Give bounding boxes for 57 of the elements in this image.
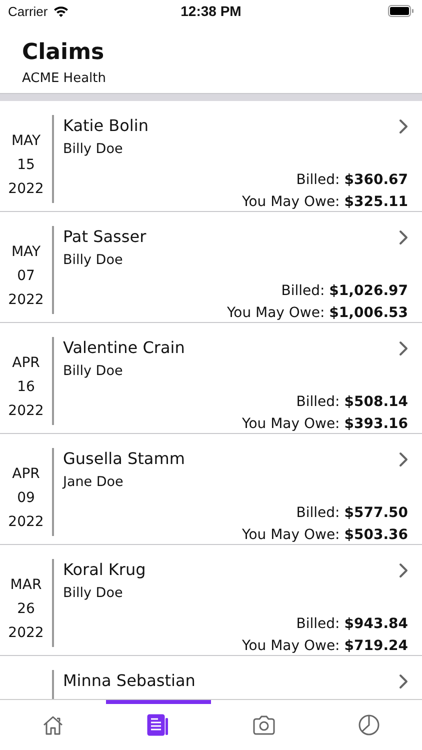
camera-icon <box>252 715 276 735</box>
battery-icon <box>388 5 414 17</box>
patient-name: Billy Doe <box>63 141 124 157</box>
patient-name: Billy Doe <box>63 585 124 601</box>
date-month: MAY <box>11 243 41 262</box>
chevron-icon <box>399 452 408 466</box>
billed-amount: Billed: $360.67 <box>296 171 408 190</box>
billed-amount: Billed: $508.14 <box>296 393 408 412</box>
claim-row[interactable]: MAR 26 2022 Koral Krug Billy Doe Billed: $943.84 You May Owe: $719.24 <box>0 545 422 656</box>
date-day: 16 <box>17 377 35 397</box>
date-month: MAY <box>11 132 41 151</box>
patient-name: Billy Doe <box>63 252 124 268</box>
date-month: APR <box>12 354 40 373</box>
page-subtitle: ACME Health <box>22 71 107 86</box>
claim-row[interactable]: APR 09 2022 Gusella Stamm Jane Doe Billed: $577.50 You May Owe: $503.36 <box>0 434 422 545</box>
provider-name: Pat Sasser <box>63 226 146 248</box>
billed-amount: Billed: $943.84 <box>296 615 408 634</box>
claim-row[interactable]: MAY 15 2022 Katie Bolin Billy Doe Billed: $360.67 You May Owe: $325.11 <box>0 101 422 212</box>
wifi-icon <box>52 5 69 17</box>
carrier-label: Carrier <box>8 4 48 18</box>
patient-name: Jane Doe <box>63 474 124 490</box>
date-month: APR <box>12 465 40 484</box>
chevron-icon <box>399 340 408 356</box>
pie-chart-icon <box>358 714 380 736</box>
owed-amount: You May Owe: $503.36 <box>242 526 408 545</box>
date-year: 2022 <box>8 513 44 532</box>
chevron-icon <box>399 674 408 688</box>
chevron-icon <box>399 562 408 578</box>
claim-row[interactable]: MAY 07 2022 Pat Sasser Billy Doe Billed: $1,026.97 You May Owe: $1,006.53 <box>0 212 422 323</box>
date-year: 2022 <box>8 291 44 310</box>
provider-name: Koral Krug <box>63 559 146 581</box>
provider-name: Gusella Stamm <box>63 448 185 470</box>
clock-time: 12:38 PM <box>180 3 242 19</box>
patient-name: Billy Doe <box>63 363 124 379</box>
date-month: MAR <box>10 576 42 595</box>
date-year: 2022 <box>8 180 44 199</box>
date-day: 07 <box>17 266 35 286</box>
date-day: 09 <box>17 488 35 508</box>
document-icon <box>147 714 170 736</box>
claim-row[interactable]: APR 16 2022 Valentine Crain Billy Doe Billed: $508.14 You May Owe: $393.16 <box>0 323 422 434</box>
chevron-icon <box>399 118 408 134</box>
owed-amount: You May Owe: $393.16 <box>242 415 408 434</box>
provider-name: Valentine Crain <box>63 337 185 359</box>
provider-name: Katie Bolin <box>63 115 148 137</box>
date-day: 15 <box>17 155 35 175</box>
owed-amount: You May Owe: $719.24 <box>242 637 408 656</box>
owed-amount: You May Owe: $325.11 <box>242 193 408 212</box>
home-icon <box>42 714 64 736</box>
page-title: Claims <box>22 40 106 66</box>
provider-name: Minna Sebastian <box>63 670 196 692</box>
billed-amount: Billed: $577.50 <box>296 504 408 523</box>
owed-amount: You May Owe: $1,006.53 <box>226 304 408 323</box>
date-day: 26 <box>17 599 35 619</box>
chevron-icon <box>399 230 408 244</box>
date-year: 2022 <box>8 402 44 421</box>
billed-amount: Billed: $1,026.97 <box>281 282 408 301</box>
date-year: 2022 <box>8 624 44 643</box>
